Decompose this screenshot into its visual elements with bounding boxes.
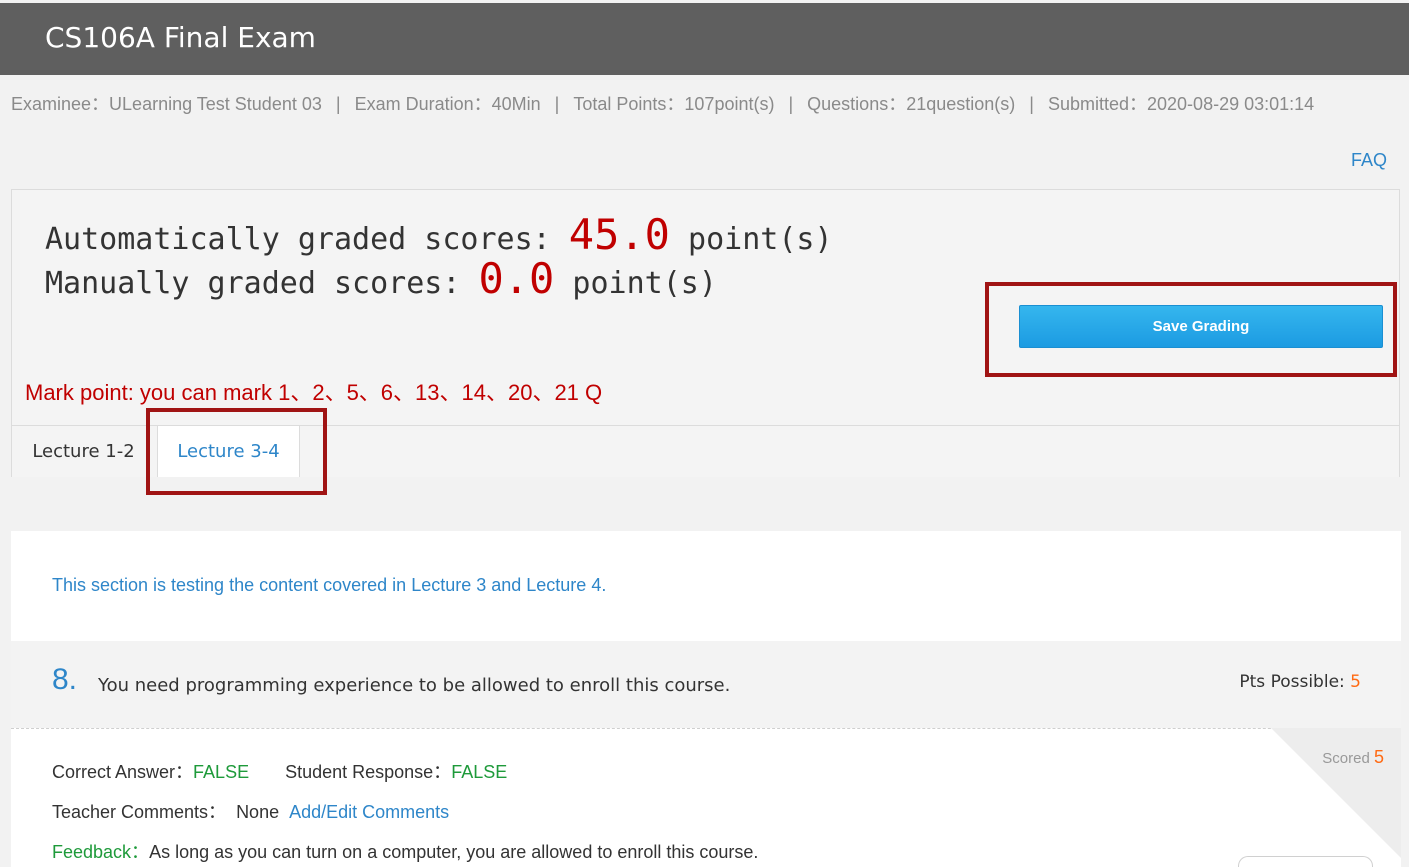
auto-score-label: Automatically graded scores:: [45, 222, 551, 257]
manual-score-unit: point(s): [572, 266, 717, 301]
question-text: You need programming experience to be al…: [98, 675, 731, 696]
auto-score-value: 45.0: [568, 210, 670, 259]
manual-score-value: 0.0: [478, 254, 555, 303]
manual-score-line: Manually graded scores: 0.0 point(s): [45, 254, 717, 303]
answer-area: Scored 5 Correct Answer：FALSE Student Res…: [11, 728, 1401, 867]
question-content: This section is testing the content cove…: [11, 531, 1401, 867]
questions-value: 21question(s): [906, 94, 1016, 114]
teacher-comments-value: None: [236, 802, 280, 822]
partial-button[interactable]: [1238, 856, 1373, 867]
save-grading-button[interactable]: Save Grading: [1019, 305, 1383, 348]
scored-value: 5: [1373, 747, 1384, 767]
add-edit-comments-link[interactable]: Add/Edit Comments: [289, 802, 449, 822]
meta-separator: |: [554, 94, 560, 114]
section-description: This section is testing the content cove…: [52, 575, 607, 595]
correct-answer-value: FALSE: [193, 762, 250, 782]
total-points-value: 107point(s): [684, 94, 775, 114]
exam-meta: Examinee：ULearning Test Student 03 | Exam …: [11, 90, 1351, 119]
feedback-row: Feedback：As long as you can turn on a co…: [52, 838, 758, 864]
mark-point-note: Mark point: you can mark 1、2、5、6、13、14、2…: [25, 380, 603, 405]
scored-label: Scored: [1322, 750, 1370, 767]
points-possible: Pts Possible: 5: [1239, 672, 1361, 692]
page-header: CS106A Final Exam: [0, 3, 1409, 75]
faq-link[interactable]: FAQ: [1351, 150, 1387, 171]
manual-score-label: Manually graded scores:: [45, 266, 461, 301]
questions-label: Questions：: [807, 94, 907, 114]
submitted-value: 2020-08-29 03:01:14: [1147, 94, 1315, 114]
tab-highlight-box: [146, 408, 327, 495]
feedback-label: Feedback：: [52, 842, 150, 862]
auto-score-unit: point(s): [688, 222, 833, 257]
tab-lecture-1-2[interactable]: Lecture 1-2: [12, 426, 155, 477]
student-response-value: FALSE: [451, 762, 508, 782]
auto-score-line: Automatically graded scores: 45.0 point(…: [45, 210, 833, 259]
meta-separator: |: [788, 94, 794, 114]
meta-separator: |: [335, 94, 341, 114]
duration-value: 40Min: [491, 94, 541, 114]
total-points-label: Total Points：: [573, 94, 685, 114]
answer-row: Correct Answer：FALSE Student Response：FAL…: [52, 758, 507, 784]
question-row: 8. You need programming experience to be…: [11, 641, 1401, 728]
feedback-text: As long as you can turn on a computer, y…: [149, 842, 759, 862]
question-number: 8.: [52, 663, 78, 696]
duration-label: Exam Duration：: [354, 94, 492, 114]
exam-title: CS106A Final Exam: [45, 21, 316, 54]
teacher-comments-label: Teacher Comments：: [52, 802, 227, 822]
meta-separator: |: [1029, 94, 1034, 114]
student-response-label: Student Response：: [285, 762, 452, 782]
examinee-value: ULearning Test Student 03: [109, 94, 322, 114]
examinee-label: Examinee：: [11, 94, 110, 114]
points-possible-label: Pts Possible:: [1239, 672, 1345, 692]
scored-badge: Scored 5: [1322, 747, 1384, 768]
comments-row: Teacher Comments： None Add/Edit Comments: [52, 798, 449, 824]
points-possible-value: 5: [1350, 672, 1361, 692]
submitted-label: Submitted：: [1047, 94, 1148, 114]
correct-answer-label: Correct Answer：: [52, 762, 194, 782]
